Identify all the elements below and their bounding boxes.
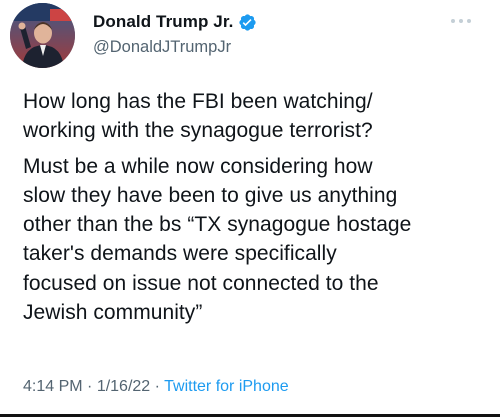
meta-separator: ·: [82, 378, 97, 395]
meta-separator: ·: [150, 378, 165, 395]
more-options-icon[interactable]: [450, 13, 472, 23]
tweet-card: Donald Trump Jr. @DonaldJTrumpJr How lon…: [0, 0, 500, 417]
verified-badge-icon: [238, 13, 257, 32]
name-row: Donald Trump Jr.: [93, 11, 257, 33]
author-info: Donald Trump Jr. @DonaldJTrumpJr: [93, 11, 257, 57]
tweet-date[interactable]: 1/16/22: [97, 378, 150, 395]
avatar-image: [10, 3, 75, 68]
author-display-name[interactable]: Donald Trump Jr.: [93, 12, 233, 32]
tweet-time[interactable]: 4:14 PM: [23, 378, 83, 395]
author-handle[interactable]: @DonaldJTrumpJr: [93, 38, 257, 57]
tweet-source-link[interactable]: Twitter for iPhone: [164, 378, 289, 395]
tweet-paragraph: Must be a while now considering how slow…: [23, 154, 412, 325]
tweet-metadata: 4:14 PM · 1/16/22 · Twitter for iPhone: [23, 378, 289, 396]
avatar[interactable]: [10, 3, 75, 68]
tweet-paragraph: How long has the FBI been watching/ work…: [23, 90, 373, 143]
tweet-text: How long has the FBI been watching/ work…: [23, 87, 488, 327]
